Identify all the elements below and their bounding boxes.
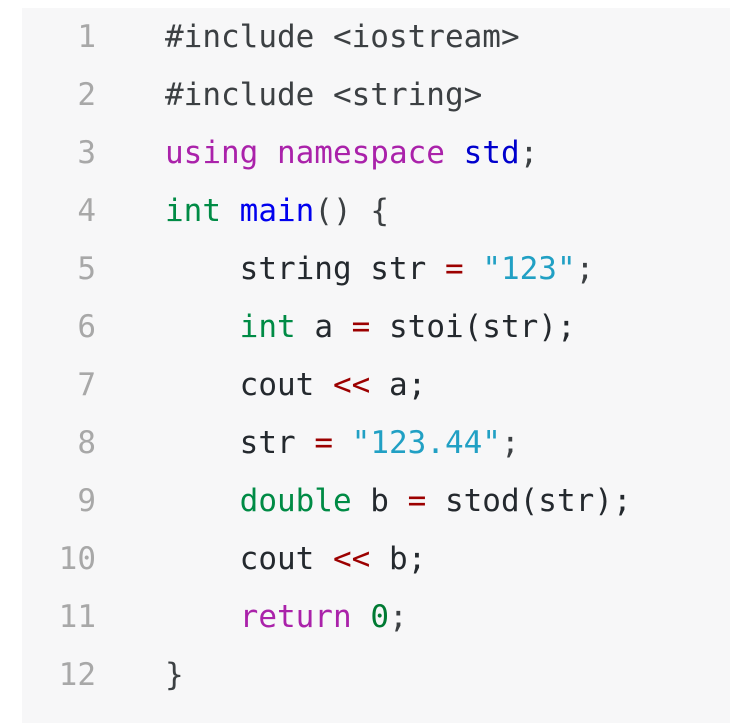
code-line-text: str = "123.44";	[165, 414, 520, 472]
code-token: stoi(str);	[370, 309, 576, 345]
code-token: =	[444, 251, 464, 287]
code-token: ;	[388, 599, 408, 635]
code-token: ;	[519, 135, 539, 171]
code-token: <<	[332, 367, 371, 403]
code-token: stod(str);	[426, 483, 632, 519]
code-token: #include <iostream>	[165, 19, 520, 55]
code-line-text: cout << a;	[165, 356, 427, 414]
code-line-text: cout << b;	[165, 530, 427, 588]
code-line-text: double b = stod(str);	[165, 472, 632, 530]
code-line[interactable]: 6 int a = stoi(str);	[22, 298, 730, 356]
line-number: 3	[77, 135, 96, 171]
line-number: 8	[77, 425, 96, 461]
code-line[interactable]: 10 cout << b;	[22, 530, 730, 588]
code-line[interactable]: 5 string str = "123";	[22, 240, 730, 298]
code-token: a	[295, 309, 352, 345]
line-number: 10	[58, 541, 96, 577]
code-line[interactable]: 9 double b = stod(str);	[22, 472, 730, 530]
code-token: str	[165, 425, 315, 461]
code-token: ;	[575, 251, 595, 287]
code-token: double	[239, 483, 352, 519]
code-token: "123"	[482, 251, 576, 287]
code-token: =	[407, 483, 427, 519]
line-number: 11	[58, 599, 96, 635]
code-block[interactable]: 1 #include <iostream> 2 #include <string> 3 u…	[22, 8, 730, 723]
code-line[interactable]: 8 str = "123.44";	[22, 414, 730, 472]
code-token: return	[239, 599, 352, 635]
code-line-text: }	[165, 646, 184, 704]
code-line[interactable]: 12}	[22, 646, 730, 704]
code-line-text: #include <iostream>	[165, 8, 520, 66]
code-line[interactable]: 7 cout << a;	[22, 356, 730, 414]
code-line[interactable]: 1 #include <iostream>	[22, 8, 730, 66]
code-token: string str	[165, 251, 445, 287]
code-token: #include <string>	[165, 77, 483, 113]
code-token: }	[165, 657, 184, 693]
code-token: ;	[500, 425, 520, 461]
code-line-text: return 0;	[165, 588, 408, 646]
code-token: std	[463, 135, 520, 171]
code-token: () {	[314, 193, 389, 229]
code-line-text: string str = "123";	[165, 240, 595, 298]
line-number: 4	[77, 193, 96, 229]
line-number: 6	[77, 309, 96, 345]
code-line[interactable]: 2 #include <string>	[22, 66, 730, 124]
code-token: =	[351, 309, 371, 345]
code-token: <<	[332, 541, 371, 577]
code-token: =	[314, 425, 333, 461]
line-number: 7	[77, 367, 96, 403]
line-number: 5	[77, 251, 96, 287]
code-token: int	[165, 193, 221, 229]
code-line-text: int a = stoi(str);	[165, 298, 576, 356]
code-token: b	[351, 483, 408, 519]
code-line[interactable]: 3 using namespace std;	[22, 124, 730, 182]
code-token: b;	[370, 541, 427, 577]
line-number: 1	[77, 19, 96, 55]
code-token: 0	[370, 599, 389, 635]
code-line[interactable]: 11 return 0;	[22, 588, 730, 646]
code-line[interactable]: 4 int main() {	[22, 182, 730, 240]
code-lines-container: 1 #include <iostream> 2 #include <string> 3 u…	[22, 8, 730, 704]
code-token: "123.44"	[351, 425, 501, 461]
line-number: 12	[58, 657, 96, 693]
line-number: 2	[77, 77, 96, 113]
code-line-text: #include <string>	[165, 66, 482, 124]
code-token: a;	[370, 367, 427, 403]
code-token: main	[239, 193, 315, 229]
line-number: 9	[77, 483, 96, 519]
code-token: cout	[165, 541, 333, 577]
code-token: using namespace	[165, 135, 464, 171]
code-token: int	[239, 309, 296, 345]
code-token: cout	[165, 367, 333, 403]
code-line-text: int main() {	[165, 182, 389, 240]
code-line-text: using namespace std;	[165, 124, 538, 182]
